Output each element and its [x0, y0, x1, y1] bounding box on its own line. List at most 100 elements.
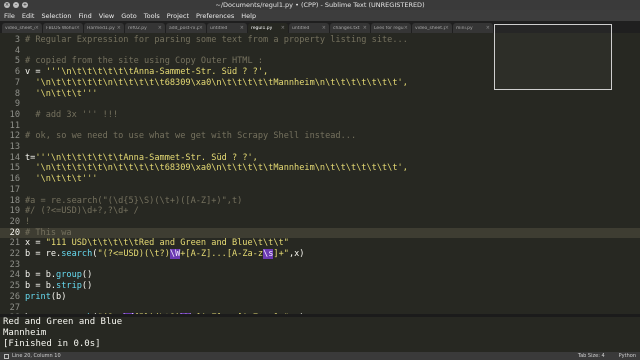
editor-tab[interactable]: ref02.py × — [125, 23, 165, 33]
close-tab-icon[interactable]: × — [281, 25, 285, 31]
line-number: 12 — [9, 131, 20, 142]
editor-tab[interactable]: add_post-rx.py× — [166, 23, 206, 33]
code-line[interactable]: 15 '\n\t\t\t\t\t\n\t\t\t\t\t68309\xa0\n\… — [0, 163, 640, 174]
editor-tab[interactable]: Harmed1.py × — [84, 23, 124, 33]
line-number: 18 — [9, 195, 20, 206]
editor-tab[interactable]: FBLOS Wohung Mieter.txt× — [43, 23, 83, 33]
close-tab-icon[interactable]: × — [322, 25, 326, 31]
editor-tab[interactable]: changes.txt × — [330, 23, 370, 33]
line-number: 17 — [9, 184, 20, 195]
code-text: v = '''\n\t\t\t\t\t\tAnna-Sammet-Str. Sü… — [25, 67, 269, 78]
code-text: b = re.search("(?<=USD)(\t?)\W+[A-Z]...[… — [25, 249, 305, 259]
close-tab-icon[interactable]: × — [76, 25, 80, 31]
line-number: 11 — [9, 120, 20, 131]
menu-item-file[interactable]: File — [4, 12, 15, 20]
editor-tab[interactable]: video_sheet_qld.py× — [2, 23, 42, 33]
line-number: 8 — [14, 88, 20, 99]
output-line: [Finished in 0.0s] — [3, 339, 101, 349]
code-line[interactable]: 20 # This wa — [0, 227, 640, 239]
code-line[interactable]: 11 — [0, 121, 640, 132]
menu-item-project[interactable]: Project — [167, 12, 189, 20]
menu-item-help[interactable]: Help — [241, 12, 256, 20]
close-tab-icon[interactable]: × — [363, 25, 367, 31]
line-number: 16 — [9, 174, 20, 185]
tab-label: regul1.py — [251, 25, 273, 31]
line-number: 27 — [9, 302, 20, 313]
line-number: 13 — [9, 142, 20, 152]
minimize-window-icon[interactable]: – — [13, 2, 19, 8]
editor-tab[interactable]: untitled × — [207, 23, 247, 33]
code-text: t='''\n\t\t\t\t\t\tAnna-Sammet-Str. Süd … — [25, 152, 258, 163]
editor-tab[interactable]: mini.py × — [453, 23, 493, 33]
code-text: '\n\t\t\t\t\t\n\t\t\t\t\t68309\xa0\n\t\t… — [25, 163, 408, 174]
editor-tab[interactable]: Lees for regul × — [371, 23, 411, 33]
close-tab-icon[interactable]: × — [404, 25, 408, 31]
close-tab-icon[interactable]: × — [158, 25, 162, 31]
line-number: 15 — [9, 163, 20, 174]
code-line[interactable]: 26 print(b) — [0, 292, 640, 303]
close-tab-icon[interactable]: × — [199, 25, 203, 31]
menu-item-preferences[interactable]: Preferences — [196, 12, 234, 20]
code-line[interactable]: 16 '\n\t\t\t''' — [0, 174, 640, 185]
menu-item-view[interactable]: View — [99, 12, 114, 20]
tab-label: video_sheet.py — [415, 25, 445, 31]
code-text: '\n\t\t\t''' — [25, 174, 98, 185]
tab-label: mini.py — [456, 25, 473, 31]
code-line[interactable]: 23 — [0, 260, 640, 271]
close-tab-icon[interactable]: × — [240, 25, 244, 31]
code-line[interactable]: 25 b = b.strip() — [0, 281, 640, 292]
code-text: # copied from the site using Copy Outer … — [25, 56, 263, 67]
menu-item-goto[interactable]: Goto — [121, 12, 137, 20]
code-line[interactable]: 12 # ok, so we need to use what we get wi… — [0, 131, 640, 142]
editor-tab[interactable]: untitled × — [289, 23, 329, 33]
line-number: 7 — [14, 77, 20, 88]
line-number: 4 — [14, 45, 20, 56]
code-line[interactable]: 9 — [0, 99, 640, 110]
code-line[interactable]: 18 #a = re.search("(\d{5}\S)(\t+)([A-Z]+)… — [0, 196, 640, 207]
tab-label: Harmed1.py — [87, 25, 115, 31]
close-window-icon[interactable]: × — [4, 2, 10, 8]
line-number: 21 — [9, 238, 20, 249]
menu-item-edit[interactable]: Edit — [22, 12, 35, 20]
menu-item-find[interactable]: Find — [78, 12, 91, 20]
cursor-position: Line 20, Column 10 — [12, 353, 61, 359]
tab-label: ref02.py — [128, 25, 147, 31]
code-text: #/ (?<=USD)\d+?,?\d+ / — [25, 206, 139, 217]
code-line[interactable]: 13 — [0, 142, 640, 153]
code-text: #a = re.search("(\d{5}\S)(\t+)([A-Z]+)",… — [25, 195, 243, 206]
code-line[interactable]: 22 b = re.search("(?<=USD)(\t?)\W+[A-Z]..… — [0, 249, 640, 260]
line-number: 3 — [14, 35, 20, 45]
code-line[interactable]: 19 #/ (?<=USD)\d+?,?\d+ / — [0, 206, 640, 217]
maximize-window-icon[interactable]: + — [22, 2, 28, 8]
code-line[interactable]: 24 b = b.group() — [0, 270, 640, 281]
minimap-viewport[interactable] — [494, 24, 612, 90]
code-text: '\n\t\t\t''' — [25, 88, 98, 99]
title-bar: × – + ~/Documents/regul1.py • (CPP) - Su… — [0, 0, 640, 10]
close-tab-icon[interactable]: × — [445, 25, 449, 31]
close-tab-icon[interactable]: × — [117, 25, 121, 31]
code-line[interactable]: 27 — [0, 303, 640, 314]
code-line[interactable]: 20! — [0, 217, 640, 228]
code-line[interactable]: 8 '\n\t\t\t''' — [0, 89, 640, 100]
tab-label: untitled — [210, 25, 228, 31]
tab-size-indicator[interactable]: Tab Size: 4 — [578, 353, 605, 359]
code-text: b = b.group() — [25, 270, 93, 281]
close-tab-icon[interactable]: × — [35, 25, 39, 31]
editor-tab[interactable]: regul1.py × — [248, 23, 288, 33]
code-line[interactable]: 21 x = "111 USD\t\t\t\t\tRed and Green an… — [0, 238, 640, 249]
code-line[interactable]: 17 — [0, 185, 640, 196]
menu-item-selection[interactable]: Selection — [41, 12, 71, 20]
line-number: 26 — [9, 291, 20, 302]
window-title: ~/Documents/regul1.py • (CPP) - Sublime … — [215, 1, 425, 9]
code-line[interactable]: 14 t='''\n\t\t\t\t\t\tAnna-Sammet-Str. Sü… — [0, 153, 640, 164]
close-tab-icon[interactable]: × — [486, 25, 490, 31]
code-text: # This wa — [25, 227, 72, 238]
syntax-indicator[interactable]: Python — [619, 353, 636, 359]
editor-tab[interactable]: video_sheet.py× — [412, 23, 452, 33]
menu-item-tools[interactable]: Tools — [144, 12, 160, 20]
code-text: ! — [25, 216, 31, 227]
panel-toggle-icon[interactable] — [4, 353, 9, 359]
code-line[interactable]: 10 # add 3x ''' !!! — [0, 110, 640, 121]
tab-label: changes.txt — [333, 25, 360, 31]
code-text: '\n\t\t\t\t\t\n\t\t\t\t\t68309\xa0\n\t\t… — [25, 77, 408, 88]
